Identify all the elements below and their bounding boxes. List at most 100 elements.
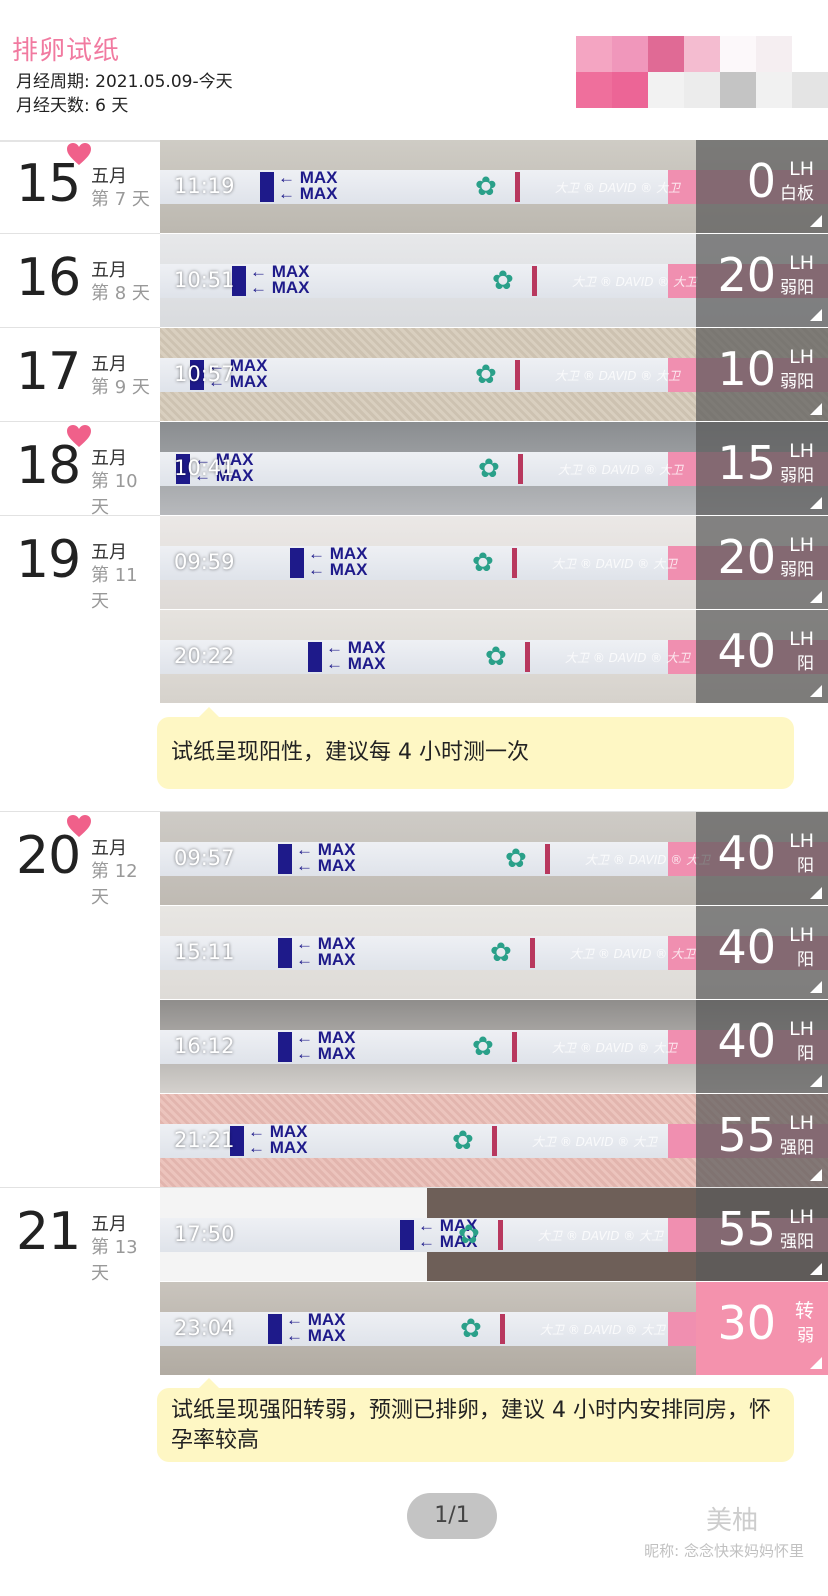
tip-bubble-ovulated: 试纸呈现强阳转弱，预测已排卵，建议 4 小时内安排同房，怀孕率较高 [157,1378,794,1462]
lh-unit: LH [789,534,814,556]
lh-value: 20 [717,530,776,584]
corner-triangle-icon [810,887,822,899]
lh-unit: 转 [794,1300,814,1322]
tip-bubble-positive: 试纸呈现阳性，建议每 4 小时测一次 [157,707,794,789]
max-label: ← MAX ← MAX [278,169,338,203]
lh-status: 阳 [797,654,814,674]
max-arrow-icon: ← [418,1232,440,1251]
strip-brand: 大卫 ® DAVID ® 大卫 [555,369,681,383]
flower-icon: ✿ [458,1220,480,1250]
page-indicator[interactable]: 1/1 [407,1493,497,1539]
lh-value-box[interactable]: 30 转 弱 [696,1282,828,1375]
max-arrow-icon: ← [278,184,300,203]
strip-brand: 大卫 ® DAVID ® 大卫 [585,853,711,867]
flower-icon: ✿ [475,360,497,390]
lh-unit: LH [789,346,814,368]
lh-value-box[interactable]: 20 LH 弱阳 [696,234,828,327]
period-days: 月经天数: 6 天 [16,96,129,116]
cycle-info: 月经周期: 2021.05.09-今天 月经天数: 6 天 [16,70,233,118]
strip-blue-tab [268,1314,282,1344]
max-label-text: MAX [271,278,310,297]
lh-value: 55 [717,1202,776,1256]
lh-status: 阳 [797,856,814,876]
test-time: 21:21 [174,1128,235,1152]
blurred-avatar [576,36,828,108]
lh-value-box[interactable]: 40 LH 阳 [696,1000,828,1093]
lh-value-box[interactable]: 0 LH 白板 [696,140,828,233]
test-time: 10:51 [174,268,235,292]
lh-unit: LH [789,1206,814,1228]
lh-status: 弱阳 [780,278,814,298]
cycle-day: 第 9 天 [91,377,150,398]
lh-status: 阳 [797,950,814,970]
control-line [500,1314,505,1344]
lh-unit: LH [789,1112,814,1134]
cycle-day: 第 10 天 [91,471,138,518]
cycle-day: 第 11 天 [91,565,138,612]
lh-value-box[interactable]: 40 LH 阳 [696,812,828,905]
control-line [498,1220,503,1250]
control-line [545,844,550,874]
cycle-day: 第 8 天 [91,283,150,304]
max-label-text: MAX [269,1138,308,1157]
day-number: 19 [16,530,81,590]
lh-value: 10 [717,342,776,396]
lh-value: 15 [717,436,776,490]
corner-triangle-icon [810,1263,822,1275]
strip-brand: 大卫 ® DAVID ® 大卫 [540,1323,666,1337]
lh-unit: LH [789,440,814,462]
lh-value: 55 [717,1108,776,1162]
lh-unit: LH [789,158,814,180]
day-number: 21 [16,1202,81,1262]
lh-status: 弱阳 [780,466,814,486]
strip-brand: 大卫 ® DAVID ® 大卫 [552,1041,678,1055]
strip-blue-tab [400,1220,414,1250]
heart-icon [67,815,91,837]
test-time: 23:04 [174,1316,235,1340]
lh-value: 40 [717,920,776,974]
max-arrow-icon: ← [296,950,318,969]
max-arrow-icon: ← [326,654,348,673]
day-separator [0,327,160,328]
max-arrow-icon: ← [250,278,272,297]
lh-status: 弱阳 [780,560,814,580]
strip-blue-tab [278,1032,292,1062]
max-label-text: MAX [317,950,356,969]
max-arrow-icon: ← [286,1326,308,1345]
lh-unit: LH [789,1018,814,1040]
lh-value-box[interactable]: 55 LH 强阳 [696,1188,828,1281]
control-line [512,1032,517,1062]
corner-triangle-icon [810,685,822,697]
heart-icon [67,425,91,447]
lh-value-box[interactable]: 10 LH 弱阳 [696,328,828,421]
control-line [530,938,535,968]
lh-value-box[interactable]: 15 LH 弱阳 [696,422,828,515]
corner-triangle-icon [810,1075,822,1087]
lh-value-box[interactable]: 40 LH 阳 [696,906,828,999]
max-label: ← MAX ← MAX [296,841,356,874]
corner-triangle-icon [810,981,822,993]
day-separator [0,233,160,234]
max-label-text: MAX [229,372,268,391]
flower-icon: ✿ [475,172,497,202]
test-time: 09:59 [174,550,235,574]
lh-unit: LH [789,628,814,650]
strip-brand: 大卫 ® DAVID ® 大卫 [572,275,698,289]
flower-icon: ✿ [490,938,512,968]
lh-value-box[interactable]: 55 LH 强阳 [696,1094,828,1187]
heart-icon [67,143,91,165]
day-separator [0,515,160,516]
lh-value: 40 [717,624,776,678]
lh-value: 40 [717,826,776,880]
corner-triangle-icon [810,309,822,321]
lh-status: 白板 [780,184,814,204]
max-label: ← MAX ← MAX [296,1029,356,1062]
lh-value-box[interactable]: 40 LH 阳 [696,610,828,703]
max-label: ← MAX ← MAX [308,545,368,578]
meiyou-watermark: 美柚 [706,1506,759,1536]
lh-value-box[interactable]: 20 LH 弱阳 [696,516,828,609]
max-label: ← MAX ← MAX [248,1123,308,1157]
strip-brand: 大卫 ® DAVID ® 大卫 [538,1229,664,1243]
lh-unit: LH [789,252,814,274]
max-label: ← MAX ← MAX [286,1311,346,1345]
